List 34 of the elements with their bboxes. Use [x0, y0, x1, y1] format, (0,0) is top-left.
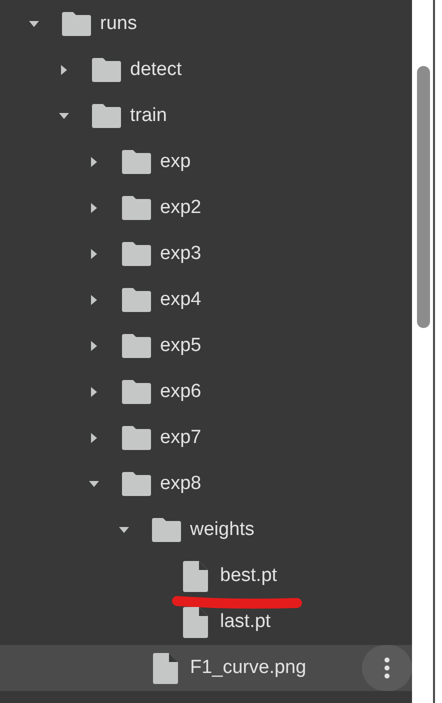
- folder-name[interactable]: detect: [130, 59, 182, 81]
- folder-icon: [122, 196, 151, 220]
- folder-icon: [92, 58, 121, 82]
- tree-row-highlight[interactable]: F1_curve.png: [0, 645, 412, 691]
- file-name[interactable]: last.pt: [220, 611, 271, 633]
- file-name[interactable]: best.pt: [220, 565, 278, 587]
- folder-icon: [92, 104, 121, 128]
- more-icon: [384, 657, 390, 679]
- more-button[interactable]: [362, 645, 412, 691]
- file-icon: [183, 560, 208, 592]
- folder-name[interactable]: exp6: [160, 381, 202, 403]
- file-icon: [183, 606, 208, 638]
- folder-name[interactable]: weights: [190, 519, 254, 541]
- folder-icon: [122, 150, 151, 174]
- folder-name[interactable]: exp4: [160, 289, 202, 311]
- folder-name[interactable]: exp7: [160, 427, 202, 449]
- folder-icon: [122, 242, 151, 266]
- folder-icon: [152, 518, 181, 542]
- folder-name[interactable]: exp5: [160, 335, 202, 357]
- folder-name[interactable]: exp8: [160, 473, 202, 495]
- file-icon: [153, 652, 178, 684]
- folder-name[interactable]: exp3: [160, 243, 202, 265]
- scrollbar-thumb[interactable]: [417, 66, 430, 328]
- folder-name[interactable]: train: [130, 105, 167, 127]
- file-name[interactable]: F1_curve.png: [190, 657, 306, 679]
- folder-name[interactable]: exp: [160, 151, 191, 173]
- folder-name[interactable]: exp2: [160, 197, 202, 219]
- folder-name[interactable]: runs: [100, 13, 137, 35]
- folder-icon: [122, 334, 151, 358]
- folder-icon: [122, 426, 151, 450]
- folder-icon: [62, 12, 91, 36]
- folder-icon: [122, 380, 151, 404]
- folder-icon: [122, 472, 151, 496]
- folder-icon: [122, 288, 151, 312]
